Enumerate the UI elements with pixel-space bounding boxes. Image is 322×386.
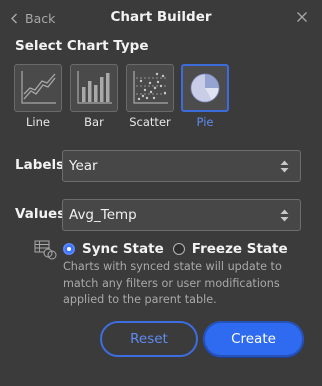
sync-state-radio[interactable] [63, 243, 75, 255]
pie-chart-icon [181, 64, 229, 112]
chart-type-pie-label: Pie [196, 115, 214, 129]
chart-builder-panel: Back Chart Builder Select Chart Type Lin… [0, 0, 322, 386]
back-label: Back [25, 10, 56, 26]
sync-help-text: Charts with synced state will update to … [63, 260, 282, 306]
freeze-state-radio[interactable] [172, 243, 185, 255]
create-button[interactable]: Create [203, 321, 304, 357]
select-chart-type-heading: Select Chart Type [15, 38, 149, 54]
sync-state-label[interactable]: Sync State [82, 241, 164, 257]
bar-chart-icon [70, 64, 118, 112]
reset-button[interactable]: Reset [100, 321, 198, 357]
chart-type-scatter[interactable]: Scatter [126, 64, 174, 129]
labels-field-label: Labels [15, 157, 65, 173]
labels-select-value: Year [69, 158, 98, 174]
values-select-value: Avg_Temp [69, 207, 137, 223]
values-field-label: Values [15, 206, 66, 222]
chart-type-line[interactable]: Line [14, 64, 62, 129]
scatter-chart-icon [126, 64, 174, 112]
freeze-state-label[interactable]: Freeze State [192, 241, 288, 257]
state-radio-group: Sync State Freeze State [63, 239, 288, 259]
chart-type-selector: Line Bar Scatter Pie [13, 64, 235, 132]
table-sync-icon [34, 240, 57, 260]
chart-type-scatter-label: Scatter [129, 115, 171, 129]
chart-type-line-label: Line [26, 115, 50, 129]
chart-type-pie[interactable]: Pie [181, 64, 229, 129]
values-select[interactable]: Avg_Temp [62, 199, 301, 231]
chevron-left-icon [11, 13, 17, 23]
sort-updown-icon [280, 209, 289, 222]
labels-select[interactable]: Year [62, 150, 301, 182]
close-icon[interactable] [296, 11, 308, 23]
sort-updown-icon [280, 160, 289, 173]
chart-type-bar-label: Bar [84, 115, 104, 129]
line-chart-icon [14, 64, 62, 112]
chart-type-bar[interactable]: Bar [70, 64, 118, 129]
back-button[interactable]: Back [10, 9, 55, 27]
